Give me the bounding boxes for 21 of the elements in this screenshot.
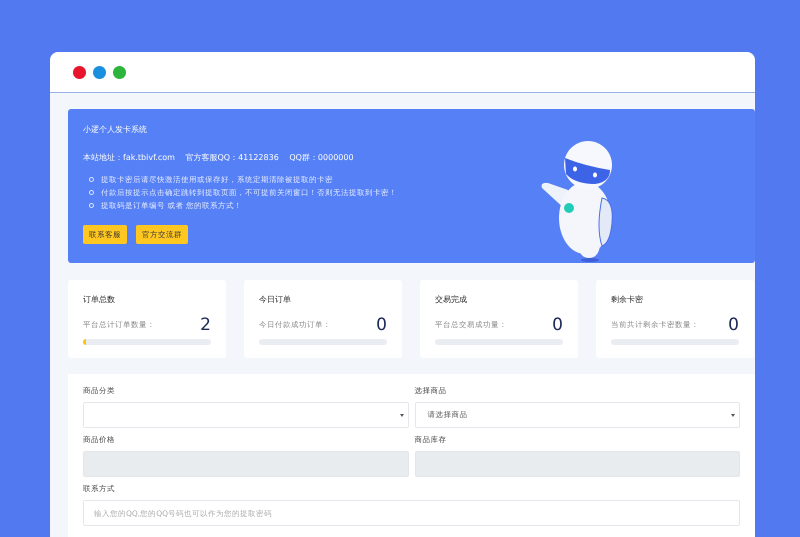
stat-value: 0 <box>552 315 563 335</box>
stat-title: 订单总数 <box>83 294 116 305</box>
select-field[interactable] <box>83 402 408 428</box>
stat-value: 0 <box>376 315 387 335</box>
caret-icon <box>731 414 735 416</box>
maximize-dot-icon[interactable] <box>113 66 126 78</box>
site-info: 本站地址：fak.tbivf.com 官方客服QQ：41122836 QQ群：0000000 <box>83 152 355 163</box>
readonly-field[interactable] <box>83 451 408 477</box>
stat-value: 2 <box>200 315 211 335</box>
bullet-icon <box>89 190 94 195</box>
bullet-icon <box>89 177 94 182</box>
minimize-dot-icon[interactable] <box>93 66 106 78</box>
close-dot-icon[interactable] <box>73 66 86 78</box>
stat-title: 今日订单 <box>259 294 292 305</box>
stat-value: 0 <box>728 315 739 335</box>
bullet-icon <box>89 203 94 208</box>
stat-title: 交易完成 <box>435 294 468 305</box>
site-title: 小逻个人发卡系统 <box>83 124 148 135</box>
readonly-field[interactable] <box>414 451 740 477</box>
stat-title: 剩余卡密 <box>611 294 644 305</box>
caret-icon <box>400 414 404 416</box>
